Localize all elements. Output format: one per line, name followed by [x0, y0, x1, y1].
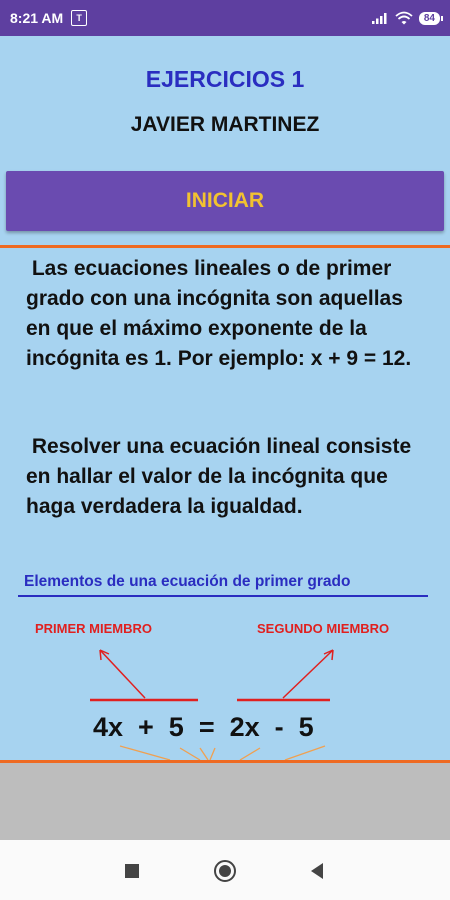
equation-diagram: PRIMER MIEMBRO SEGUNDO MIEMBRO 4x + 5 = …: [35, 621, 389, 760]
wifi-icon: [395, 11, 413, 25]
first-member-arrow: [99, 649, 146, 699]
status-bar: 8:21 AM T 84: [0, 0, 450, 36]
notification-icon: T: [71, 10, 88, 26]
first-member-label: PRIMER MIEMBRO: [35, 621, 152, 636]
start-button[interactable]: INICIAR: [6, 171, 444, 231]
back-triangle-icon[interactable]: [309, 862, 325, 880]
main-content: EJERCICIOS 1 JAVIER MARTINEZ INICIAR Las…: [0, 36, 450, 760]
author-name: JAVIER MARTINEZ: [130, 113, 320, 136]
navigation-bar: [0, 840, 450, 900]
home-circle-icon[interactable]: [213, 859, 237, 883]
footer-area: [0, 763, 450, 840]
elements-heading: Elementos de una ecuación de primer grad…: [24, 573, 351, 590]
element-pointer-lines: [119, 745, 326, 760]
resolve-paragraph: Resolver una ecuación lineal consiste en…: [26, 435, 417, 518]
page-title: EJERCICIOS 1: [145, 66, 305, 92]
status-icons: 84: [371, 11, 444, 25]
elements-underline: [18, 595, 428, 597]
status-time: 8:21 AM: [10, 10, 64, 26]
equation-text: 4x + 5 = 2x - 5: [93, 712, 314, 742]
battery-icon: 84: [418, 11, 444, 25]
second-member-label: SEGUNDO MIEMBRO: [257, 621, 389, 636]
signal-icon: [371, 13, 387, 24]
top-divider: [0, 245, 450, 248]
second-member-arrow: [282, 649, 334, 699]
recents-square-icon[interactable]: [124, 863, 140, 879]
intro-paragraph: Las ecuaciones lineales o de primer grad…: [26, 257, 412, 370]
